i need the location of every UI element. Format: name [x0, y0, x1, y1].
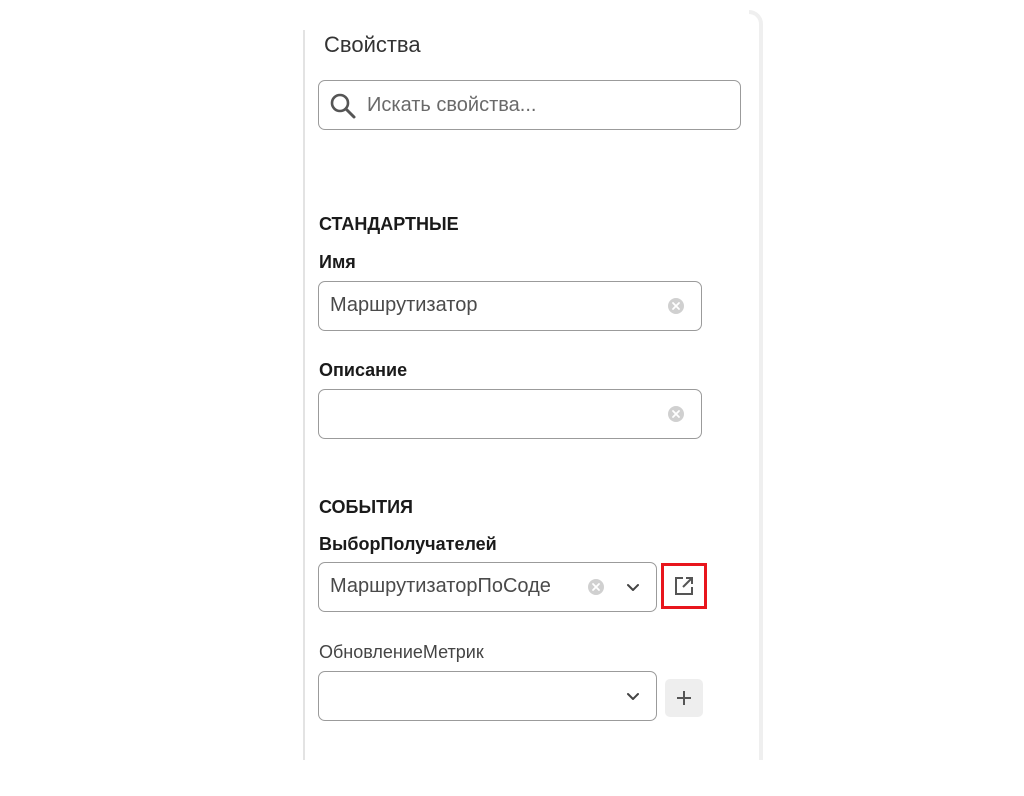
chevron-down-icon[interactable]	[624, 687, 642, 705]
name-label: Имя	[319, 252, 356, 272]
section-events-title: СОБЫТИЯ	[319, 497, 413, 517]
panel-corner	[749, 10, 763, 24]
section-standard-title: СТАНДАРТНЫЕ	[319, 214, 459, 234]
open-external-button[interactable]	[661, 563, 707, 609]
description-field[interactable]	[318, 389, 702, 439]
name-field[interactable]: Маршрутизатор	[318, 281, 702, 331]
search-icon	[330, 93, 356, 119]
plus-icon	[677, 691, 691, 705]
panel-title: Свойства	[324, 32, 421, 57]
metrics-update-label: ОбновлениеМетрик	[319, 642, 484, 662]
recipient-selection-label: ВыборПолучателей	[319, 534, 497, 554]
panel-divider	[303, 30, 305, 760]
description-label: Описание	[319, 360, 408, 380]
add-button[interactable]	[665, 679, 703, 717]
clear-icon[interactable]	[587, 578, 605, 596]
properties-panel: Свойства СТАНДАРТНЫЕ Имя Маршрутизатор О…	[303, 10, 763, 760]
panel-edge	[759, 24, 763, 760]
name-value: Маршрутизатор	[330, 294, 478, 316]
search-box[interactable]	[318, 80, 741, 130]
metrics-update-select[interactable]	[318, 671, 657, 721]
recipient-selection-select[interactable]: МаршрутизаторПоСоде	[318, 562, 657, 612]
search-input[interactable]	[367, 91, 727, 119]
open-external-icon	[675, 577, 693, 595]
recipient-selection-value: МаршрутизаторПоСоде	[330, 575, 551, 597]
clear-icon[interactable]	[667, 297, 685, 315]
chevron-down-icon[interactable]	[624, 578, 642, 596]
clear-icon[interactable]	[667, 405, 685, 423]
